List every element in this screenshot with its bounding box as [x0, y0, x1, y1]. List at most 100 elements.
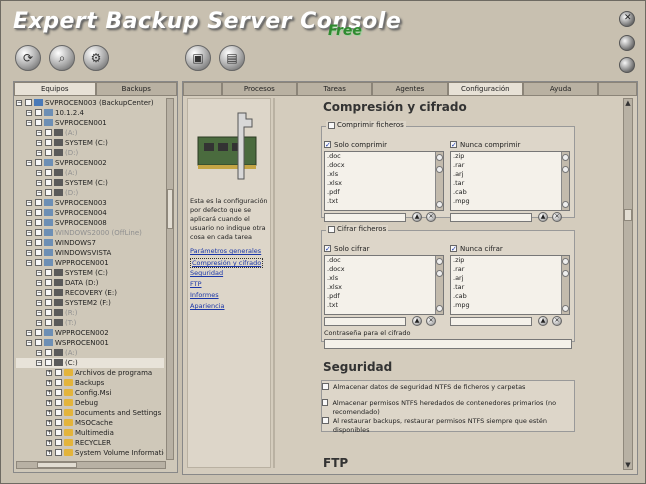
- expand-icon[interactable]: +: [46, 380, 52, 386]
- list-item[interactable]: .doc: [327, 256, 443, 265]
- tree-checkbox[interactable]: [55, 419, 62, 426]
- list-item[interactable]: .xls: [327, 170, 443, 179]
- list-item[interactable]: .xls: [327, 274, 443, 283]
- tree-checkbox[interactable]: [45, 189, 52, 196]
- refresh-icon[interactable]: ⟳: [15, 45, 41, 71]
- tree-node[interactable]: − WSPROCEN001: [16, 338, 164, 348]
- config-vertical-scrollbar[interactable]: ▲ ▼: [623, 98, 633, 470]
- tree-hscroll-thumb[interactable]: [37, 462, 77, 468]
- only-encrypt-input[interactable]: [324, 317, 406, 326]
- minimize-icon[interactable]: [619, 35, 635, 51]
- expand-icon[interactable]: −: [36, 170, 42, 176]
- expand-icon[interactable]: −: [36, 270, 42, 276]
- never-compress-scroll[interactable]: [561, 152, 569, 210]
- tree-node[interactable]: − DATA (D:): [16, 278, 164, 288]
- remove-icon[interactable]: ✕: [552, 316, 562, 326]
- list-item[interactable]: .tar: [453, 283, 569, 292]
- tree-node[interactable]: − SYSTEM (C:): [16, 268, 164, 278]
- expand-icon[interactable]: +: [46, 450, 52, 456]
- tree-node[interactable]: + Documents and Settings: [16, 408, 164, 418]
- expand-icon[interactable]: +: [46, 420, 52, 426]
- never-compress-checkbox[interactable]: [450, 141, 457, 148]
- tree-checkbox[interactable]: [45, 179, 52, 186]
- expand-icon[interactable]: −: [36, 140, 42, 146]
- add-icon[interactable]: ▲: [538, 316, 548, 326]
- tree-node[interactable]: − SVPROCEN002: [16, 158, 164, 168]
- list-item[interactable]: .docx: [327, 265, 443, 274]
- never-compress-list[interactable]: .zip .rar .arj .tar .cab .mpg: [450, 151, 570, 211]
- expand-icon[interactable]: +: [46, 370, 52, 376]
- tree-vertical-scrollbar[interactable]: [166, 98, 174, 460]
- tree-checkbox[interactable]: [45, 319, 52, 326]
- tree-checkbox[interactable]: [55, 379, 62, 386]
- expand-icon[interactable]: −: [26, 110, 32, 116]
- security-checkbox-1[interactable]: [322, 383, 329, 390]
- expand-icon[interactable]: −: [36, 190, 42, 196]
- tree-node[interactable]: + Config.Msi: [16, 388, 164, 398]
- tree-node[interactable]: + MSOCache: [16, 418, 164, 428]
- security-option-3[interactable]: Al restaurar backups, restaurar permisos…: [322, 417, 576, 435]
- tree-checkbox[interactable]: [45, 309, 52, 316]
- expand-icon[interactable]: −: [26, 340, 32, 346]
- expand-icon[interactable]: −: [26, 220, 32, 226]
- tree-node[interactable]: + Backups: [16, 378, 164, 388]
- restore-icon[interactable]: [619, 57, 635, 73]
- tree-checkbox[interactable]: [45, 279, 52, 286]
- list-item[interactable]: .pdf: [327, 188, 443, 197]
- tree-checkbox[interactable]: [35, 259, 42, 266]
- password-input[interactable]: [324, 339, 572, 349]
- tab-agentes[interactable]: Agentes: [372, 82, 448, 96]
- tab-procesos[interactable]: Procesos: [221, 82, 297, 96]
- tree-checkbox[interactable]: [35, 219, 42, 226]
- tree-checkbox[interactable]: [55, 439, 62, 446]
- list-item[interactable]: .rar: [453, 161, 569, 170]
- tree-node[interactable]: + Multimedia: [16, 428, 164, 438]
- only-compress-input[interactable]: [324, 213, 406, 222]
- expand-icon[interactable]: −: [36, 130, 42, 136]
- list-item[interactable]: .mpg: [453, 197, 569, 206]
- only-compress-scroll[interactable]: [435, 152, 443, 210]
- list-item[interactable]: .arj: [453, 170, 569, 179]
- never-encrypt-scroll[interactable]: [561, 256, 569, 314]
- tree-node[interactable]: − (A:): [16, 348, 164, 358]
- list-item[interactable]: .xlsx: [327, 179, 443, 188]
- tree-checkbox[interactable]: [55, 369, 62, 376]
- tab-equipos[interactable]: Equipos: [14, 82, 96, 96]
- tree-checkbox[interactable]: [45, 269, 52, 276]
- tree-node[interactable]: − SYSTEM (C:): [16, 178, 164, 188]
- expand-icon[interactable]: −: [26, 260, 32, 266]
- list-item[interactable]: .xlsx: [327, 283, 443, 292]
- link-apariencia[interactable]: Apariencia: [190, 302, 225, 310]
- tree-node[interactable]: − SVPROCEN004: [16, 208, 164, 218]
- link-informes[interactable]: Informes: [190, 291, 219, 299]
- list-item[interactable]: .txt: [327, 197, 443, 206]
- list-item[interactable]: .zip: [453, 256, 569, 265]
- tree-node[interactable]: − WINDOWSVISTA: [16, 248, 164, 258]
- never-compress-input[interactable]: [450, 213, 532, 222]
- add-icon[interactable]: ▲: [412, 316, 422, 326]
- tree-checkbox[interactable]: [35, 239, 42, 246]
- expand-icon[interactable]: +: [46, 400, 52, 406]
- expand-icon[interactable]: −: [26, 230, 32, 236]
- expand-icon[interactable]: −: [26, 330, 32, 336]
- tree-checkbox[interactable]: [55, 409, 62, 416]
- tree-checkbox[interactable]: [55, 429, 62, 436]
- tree-node[interactable]: − WINDOWS2000 (OffLine): [16, 228, 164, 238]
- expand-icon[interactable]: +: [46, 440, 52, 446]
- link-seguridad[interactable]: Seguridad: [190, 269, 223, 277]
- list-item[interactable]: .rar: [453, 265, 569, 274]
- scroll-up-icon[interactable]: [436, 154, 443, 161]
- tree-node[interactable]: − SVPROCEN008: [16, 218, 164, 228]
- list-item[interactable]: .cab: [453, 292, 569, 301]
- scroll-down-icon[interactable]: [436, 305, 443, 312]
- link-parametros-generales[interactable]: Parámetros generales: [190, 247, 261, 255]
- tab-backups[interactable]: Backups: [95, 82, 177, 96]
- tree-checkbox[interactable]: [45, 359, 52, 366]
- settings-icon[interactable]: ⚙: [83, 45, 109, 71]
- expand-icon[interactable]: −: [36, 350, 42, 356]
- tree-node[interactable]: − WPPROCEN001: [16, 258, 164, 268]
- tab-tareas[interactable]: Tareas: [297, 82, 373, 96]
- expand-icon[interactable]: −: [16, 100, 22, 106]
- save-icon[interactable]: ▣: [185, 45, 211, 71]
- never-encrypt-checkbox[interactable]: [450, 245, 457, 252]
